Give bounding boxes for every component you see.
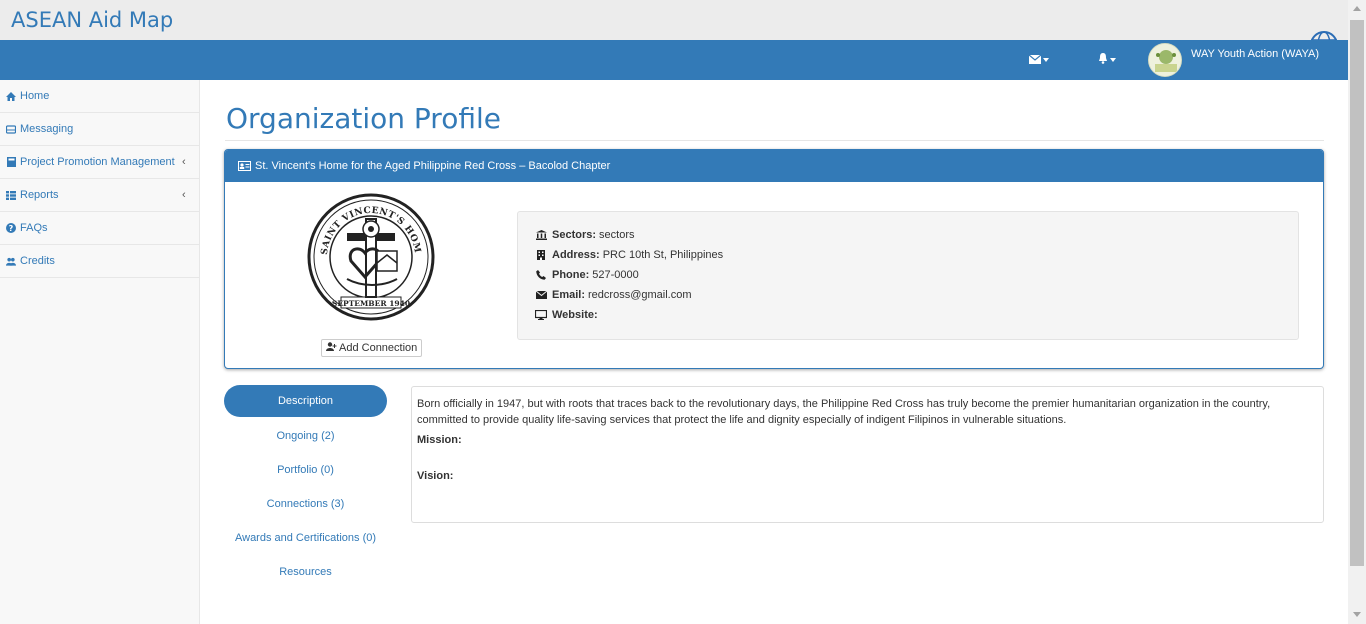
phone-icon [535, 270, 547, 280]
description-text: Born officially in 1947, but with roots … [417, 398, 1271, 426]
avatar[interactable] [1148, 43, 1182, 77]
tab-description[interactable]: Description [224, 385, 387, 417]
divider [225, 140, 1324, 141]
vision-label: Vision: [417, 470, 454, 482]
envelope-icon [535, 291, 547, 299]
phone-row: Phone: 527-0000 [535, 265, 1298, 285]
tab-connections[interactable]: Connections (3) [224, 487, 387, 521]
sectors-row: Sectors: sectors [535, 225, 1298, 245]
address-row: Address: PRC 10th St, Philippines [535, 245, 1298, 265]
sidebar-item-home[interactable]: Home [0, 80, 199, 113]
tab-ongoing[interactable]: Ongoing (2) [224, 419, 387, 453]
sidebar-item-label: Reports [20, 189, 59, 201]
question-icon: ? [6, 223, 16, 233]
sectors-value: sectors [599, 229, 635, 241]
page-scrollbar[interactable] [1348, 0, 1366, 624]
svg-text:?: ? [9, 224, 14, 233]
chevron-left-icon: ‹ [182, 156, 186, 168]
add-connection-label: Add Connection [339, 342, 418, 354]
profile-tabs: Description Ongoing (2) Portfolio (0) Co… [224, 385, 387, 589]
top-navbar [0, 40, 1348, 80]
sidebar-item-label: Credits [20, 255, 55, 267]
user-name[interactable]: WAY Youth Action (WAYA) [1191, 48, 1319, 60]
id-card-icon [238, 161, 251, 171]
tab-portfolio[interactable]: Portfolio (0) [224, 453, 387, 487]
sidebar-item-faqs[interactable]: ? FAQs [0, 212, 199, 245]
organization-name: St. Vincent's Home for the Aged Philippi… [255, 160, 611, 172]
field-label: Address: [552, 249, 600, 261]
sidebar-item-project-promotion-management[interactable]: Project Promotion Management ‹ [0, 146, 199, 179]
sidebar-item-label: Messaging [20, 123, 74, 135]
organization-logo: SAINT VINCENT'S HOME, INCORPORATED SEPTE… [303, 184, 435, 322]
page-title: Organization Profile [226, 102, 501, 135]
institution-icon [535, 230, 547, 240]
tab-awards-and-certifications[interactable]: Awards and Certifications (0) [224, 521, 387, 555]
sidebar-item-credits[interactable]: Credits [0, 245, 199, 278]
inbox-icon [6, 124, 16, 134]
panel-header: St. Vincent's Home for the Aged Philippi… [225, 150, 1323, 182]
notifications-dropdown[interactable] [1098, 52, 1116, 68]
list-icon [6, 190, 16, 200]
scroll-up-icon[interactable] [1353, 6, 1361, 11]
email-row: Email: redcross@gmail.com [535, 285, 1298, 305]
add-connection-button[interactable]: Add Connection [321, 339, 423, 357]
bell-icon [1098, 53, 1108, 67]
mission-label: Mission: [417, 434, 462, 446]
description-panel: Born officially in 1947, but with roots … [411, 386, 1324, 523]
svg-text:SEPTEMBER 1940: SEPTEMBER 1940 [332, 299, 410, 308]
caret-down-icon [1110, 58, 1116, 62]
phone-value: 527-0000 [592, 269, 639, 281]
user-plus-icon [326, 342, 337, 354]
app-title[interactable]: ASEAN Aid Map [11, 8, 173, 32]
website-row: Website: [535, 305, 1298, 325]
sidebar-item-reports[interactable]: Reports ‹ [0, 179, 199, 212]
users-icon [6, 256, 16, 266]
sidebar-item-messaging[interactable]: Messaging [0, 113, 199, 146]
building-icon [535, 250, 547, 260]
envelope-icon [1028, 53, 1042, 67]
email-value[interactable]: redcross@gmail.com [588, 289, 691, 301]
field-label: Email: [552, 289, 586, 301]
organization-panel: St. Vincent's Home for the Aged Philippi… [224, 149, 1324, 369]
sidebar: Home Messaging Project Promotion Managem… [0, 80, 200, 624]
caret-down-icon [1043, 58, 1049, 62]
address-value: PRC 10th St, Philippines [602, 249, 724, 261]
scroll-down-icon[interactable] [1353, 612, 1361, 617]
chevron-left-icon: ‹ [182, 189, 186, 201]
field-label: Phone: [552, 269, 590, 281]
field-label: Sectors: [552, 229, 597, 241]
home-icon [6, 91, 16, 101]
field-label: Website: [552, 309, 598, 321]
book-icon [6, 157, 16, 167]
brand-bar: ASEAN Aid Map [0, 0, 1348, 40]
sidebar-item-label: FAQs [20, 222, 48, 234]
messages-dropdown[interactable] [1028, 52, 1049, 68]
sidebar-item-label: Home [20, 90, 50, 102]
desktop-icon [535, 310, 547, 320]
tab-resources[interactable]: Resources [224, 555, 387, 589]
scroll-thumb[interactable] [1350, 20, 1364, 566]
sidebar-item-label: Project Promotion Management [20, 156, 175, 168]
contact-info: Sectors: sectors Address: PRC 10th St, P… [517, 211, 1299, 340]
